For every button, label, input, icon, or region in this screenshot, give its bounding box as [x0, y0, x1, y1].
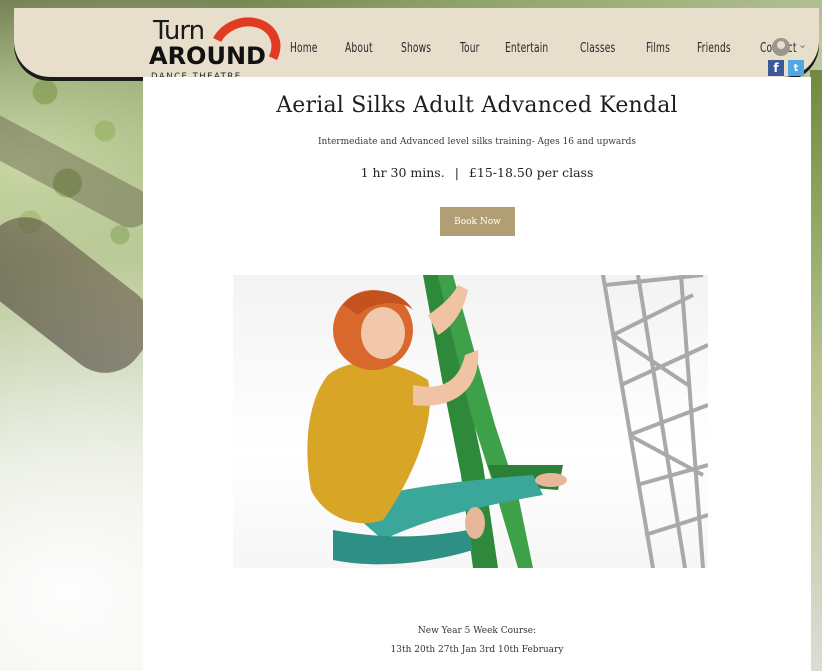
twitter-icon[interactable]: t	[788, 60, 804, 76]
main-nav: Home About Shows Tour Entertain Classes …	[290, 41, 822, 56]
service-meta: 1 hr 30 mins. | £15-18.50 per class	[143, 165, 811, 180]
nav-item-tour[interactable]: Tour	[460, 41, 480, 56]
site-logo[interactable]: Turn AROUND DANCE THEATRE	[149, 7, 290, 91]
meta-separator: |	[454, 165, 459, 180]
course-title: New Year 5 Week Course:	[417, 626, 537, 636]
facebook-icon[interactable]: f	[768, 60, 784, 76]
service-subtitle: Intermediate and Advanced level silks tr…	[318, 137, 636, 147]
chevron-down-icon[interactable]: ⌄	[798, 38, 807, 51]
nav-item-home[interactable]: Home	[290, 41, 318, 56]
book-now-button[interactable]: Book Now	[440, 207, 515, 236]
site-header: Turn AROUND DANCE THEATRE Home About Sho…	[14, 7, 822, 91]
aerial-silks-photo	[233, 275, 708, 568]
nav-item-films[interactable]: Films	[646, 41, 670, 56]
nav-item-shows[interactable]: Shows	[401, 41, 431, 56]
nav-item-classes[interactable]: Classes	[580, 41, 615, 56]
page-title: Aerial Silks Adult Advanced Kendal	[276, 93, 678, 118]
course-dates: 13th 20th 27th Jan 3rd 10th February	[390, 645, 564, 655]
social-links: f t	[768, 60, 804, 76]
user-avatar-icon[interactable]	[772, 38, 790, 56]
logo-around-text: AROUND	[149, 42, 266, 70]
service-price: £15-18.50 per class	[468, 165, 594, 180]
aerial-silks-illustration	[307, 275, 708, 568]
nav-item-entertain[interactable]: Entertain	[505, 41, 548, 56]
nav-item-about[interactable]: About	[345, 41, 373, 56]
course-info: New Year 5 Week Course: 13th 20th 27th J…	[143, 622, 811, 660]
service-duration: 1 hr 30 mins.	[360, 165, 445, 180]
background-right-strip	[810, 70, 822, 671]
service-panel: Aerial Silks Adult Advanced Kendal Inter…	[143, 77, 811, 671]
nav-item-friends[interactable]: Friends	[697, 41, 731, 56]
